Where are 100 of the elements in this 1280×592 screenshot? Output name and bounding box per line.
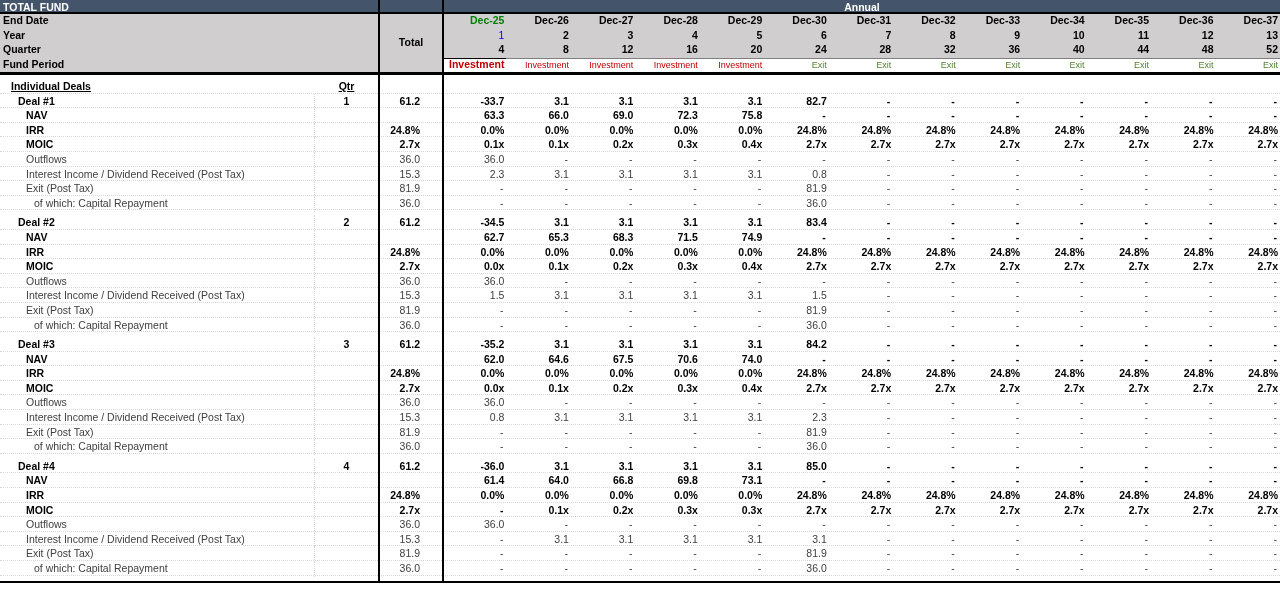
table-cell-text: -	[1144, 215, 1149, 231]
table-cell-text: -	[1015, 317, 1020, 333]
row-header: End Date	[3, 13, 49, 29]
table-cell-text: 24.8%	[861, 122, 892, 138]
table-cell: -	[1144, 181, 1149, 197]
table-cell: -	[564, 517, 568, 533]
table-cell-text: 24	[815, 42, 827, 58]
table-cell-text: 0.0%	[609, 122, 634, 138]
table-cell-text: -	[951, 561, 955, 576]
table-cell-text: 2.7x	[935, 502, 956, 518]
table-cell-text: 0.0%	[609, 366, 634, 382]
table-cell: -	[1015, 439, 1020, 455]
column-group-header: Annual	[844, 0, 880, 15]
table-cell-text: 2.3	[489, 166, 505, 182]
table-cell: -	[951, 181, 955, 197]
table-cell-text: 2.7x	[1193, 137, 1214, 153]
table-cell: 24.8%	[797, 488, 827, 504]
table-cell: -	[1273, 337, 1277, 353]
table-cell-text: -	[886, 273, 891, 289]
table-cell-text: 3.1	[618, 215, 634, 231]
table-cell-text: -	[693, 273, 697, 289]
table-cell-text: -	[1209, 195, 1213, 211]
table-cell-text: -	[1144, 473, 1149, 489]
column-header: Dec-25	[470, 13, 505, 29]
table-cell-text: 3.1	[618, 93, 634, 109]
table-cell-text: -	[757, 195, 762, 211]
row-label: IRR	[26, 244, 45, 260]
table-cell-text: -	[1209, 395, 1213, 411]
row-label: Outflows	[26, 273, 67, 289]
table-cell-text: 2.7x	[999, 137, 1021, 153]
table-cell-text: 24.8%	[1248, 122, 1278, 138]
table-cell: -	[1209, 410, 1213, 426]
table-cell-text: -	[628, 395, 633, 411]
table-cell-text: -	[1273, 93, 1277, 109]
table-cell: -	[1273, 181, 1277, 197]
table-cell: 15.3	[399, 410, 420, 426]
table-cell-text: -	[1080, 395, 1084, 411]
table-cell-text: -	[628, 546, 633, 562]
table-cell-text: -	[1144, 561, 1149, 576]
table-cell-text: -	[1015, 458, 1020, 474]
table-cell-text: -	[951, 317, 955, 333]
table-cell: 0.0%	[673, 488, 698, 504]
row-label: of which: Capital Repayment	[34, 317, 168, 333]
table-cell: 2.3	[812, 410, 827, 426]
table-cell-text: 36.0	[484, 151, 505, 167]
table-cell-text: -	[693, 561, 697, 576]
table-cell-text: -	[1209, 351, 1213, 367]
table-cell-text: 0.0%	[480, 244, 505, 260]
table-cell: 24.8%	[390, 488, 420, 504]
table-cell-text: 3.1	[683, 458, 698, 474]
table-cell-text: -	[951, 195, 955, 211]
table-cell: -	[951, 410, 955, 426]
table-cell-text: 2.7x	[1064, 502, 1085, 518]
table-cell-text: -	[499, 502, 504, 518]
table-cell: -	[564, 439, 568, 455]
table-cell-text: -	[628, 424, 633, 440]
table-cell: 2.7x	[935, 259, 956, 275]
table-cell-text: 0.0%	[545, 244, 569, 260]
table-cell-text: -	[757, 424, 762, 440]
table-cell-text: 0.3x	[677, 380, 698, 396]
table-cell: 3.1	[683, 337, 698, 353]
table-cell: 2.7x	[399, 259, 420, 275]
table-cell: 2.7x	[1193, 259, 1214, 275]
table-cell: 2.7x	[999, 259, 1021, 275]
table-cell: 24.8%	[1248, 488, 1278, 504]
table-cell-text: -	[951, 288, 955, 304]
table-cell: 24.8%	[990, 488, 1021, 504]
table-cell: 81.9	[399, 181, 420, 197]
table-cell-text: -	[1144, 151, 1149, 167]
table-cell-text: 12	[621, 42, 634, 58]
table-cell-text: 3	[627, 27, 634, 43]
table-cell-text: 24.8%	[1054, 122, 1085, 138]
table-cell: -	[1015, 517, 1020, 533]
table-cell: -	[1209, 181, 1213, 197]
table-cell: 3.1	[554, 337, 569, 353]
table-cell-text: -	[1144, 424, 1149, 440]
row-label: Interest Income / Dividend Received (Post Tax)	[26, 531, 245, 547]
table-cell-text: -	[951, 458, 955, 474]
table-cell-text: 2.7x	[1128, 137, 1150, 153]
table-cell-text: 24.8%	[1248, 244, 1278, 260]
table-cell-text: -	[499, 424, 504, 440]
table-cell-text: -	[564, 395, 568, 411]
table-cell: -	[1273, 517, 1277, 533]
table-cell-text: 0.0%	[545, 122, 569, 138]
table-cell-text: -	[564, 151, 568, 167]
table-cell: -	[951, 517, 955, 533]
table-cell-text: 4	[692, 27, 698, 43]
table-cell-text: -	[1273, 424, 1277, 440]
table-cell-text: -	[1080, 229, 1084, 245]
table-cell: -	[757, 181, 762, 197]
table-cell: 2.7x	[870, 259, 892, 275]
table-cell-text: -	[564, 195, 568, 211]
row-label: IRR	[26, 122, 45, 138]
table-cell-text: 2.7x	[1064, 137, 1085, 153]
table-cell-text: -	[1273, 195, 1277, 211]
table-cell-text: -	[886, 458, 891, 474]
table-cell-text: 1.5	[812, 288, 827, 304]
table-cell-text: 36.0	[399, 395, 420, 411]
table-cell-text: 3.1	[554, 458, 569, 474]
table-cell-text: -	[951, 229, 955, 245]
